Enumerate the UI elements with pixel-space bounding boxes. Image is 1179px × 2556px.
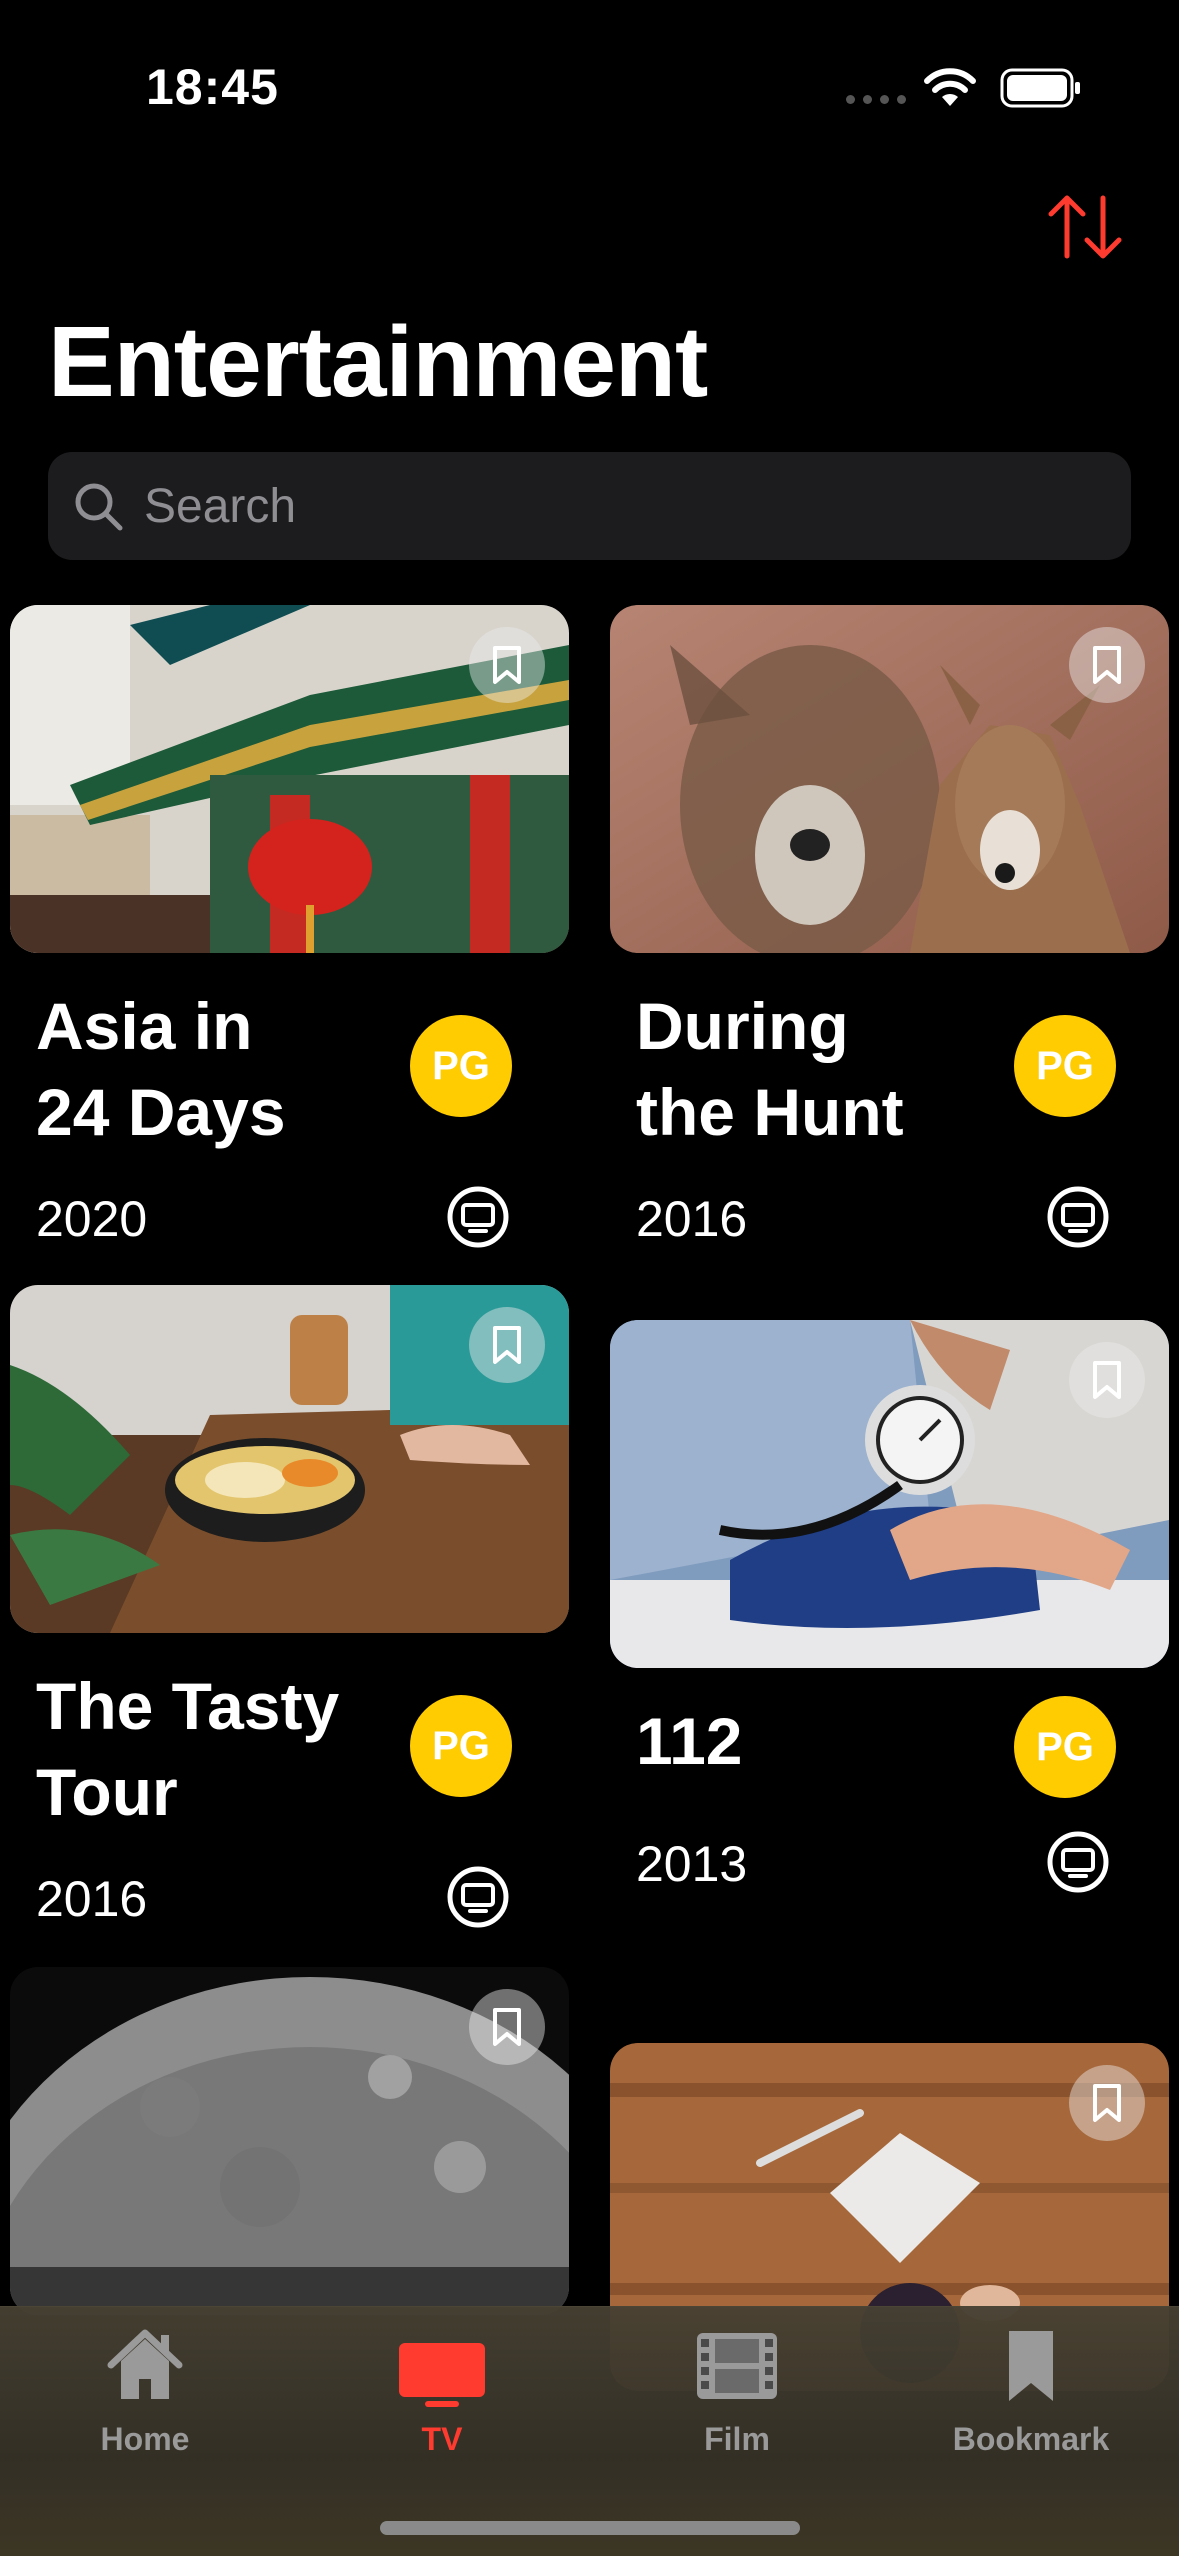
tab-film[interactable]: Film: [637, 2323, 837, 2458]
battery-icon: [1000, 68, 1080, 108]
sort-arrows-icon: [1048, 195, 1122, 259]
card-title: Asia in 24 Days: [36, 989, 286, 1149]
rating-badge: PG: [1014, 1696, 1116, 1798]
house-icon: [107, 2329, 183, 2399]
tab-label: Film: [704, 2421, 770, 2457]
card-year: 2013: [636, 1836, 748, 1892]
card-thumbnail[interactable]: [610, 605, 1169, 953]
bookmark-toggle[interactable]: [1069, 2065, 1145, 2141]
tv-icon: [447, 1186, 509, 1248]
tab-label: Home: [100, 2421, 190, 2457]
tab-home[interactable]: Home: [45, 2323, 245, 2458]
bookmark-outline-icon: [493, 646, 521, 684]
home-indicator[interactable]: [380, 2521, 800, 2535]
card-title: The Tasty Tour: [36, 1669, 340, 1829]
bookmark-outline-icon: [1093, 2084, 1121, 2122]
rating-badge: PG: [410, 1695, 512, 1797]
rating-badge: PG: [1014, 1015, 1116, 1117]
search-icon: [75, 483, 123, 531]
tab-tv[interactable]: TV: [342, 2323, 542, 2458]
card-title: During the Hunt: [636, 989, 904, 1149]
tab-bar: Home TV Film Bookmark: [0, 2306, 1179, 2556]
search-field[interactable]: Search: [48, 452, 1131, 560]
film-icon: [697, 2333, 777, 2399]
tab-bookmark[interactable]: Bookmark: [931, 2323, 1131, 2458]
tab-label: Bookmark: [952, 2421, 1110, 2457]
bookmark-toggle[interactable]: [469, 1989, 545, 2065]
media-card[interactable]: 112 PG 2013: [610, 1320, 1169, 1900]
media-card[interactable]: Asia in 24 Days PG 2020: [10, 605, 569, 1265]
media-card[interactable]: During the Hunt PG 2016: [610, 605, 1169, 1265]
media-card[interactable]: The Tasty Tour PG 2016: [10, 1285, 569, 1945]
tab-label: TV: [421, 2421, 463, 2457]
search-placeholder: Search: [144, 479, 297, 533]
tv-icon: [1047, 1186, 1109, 1248]
bookmark-outline-icon: [493, 1326, 521, 1364]
page-title: Entertainment: [48, 306, 708, 418]
media-card[interactable]: [10, 1967, 569, 2315]
card-thumbnail[interactable]: [10, 605, 569, 953]
wifi-icon: [924, 68, 976, 106]
status-time: 18:45: [146, 59, 279, 115]
card-thumbnail[interactable]: [610, 1320, 1169, 1668]
cellular-signal-icon: [846, 95, 906, 104]
bookmark-outline-icon: [1093, 1361, 1121, 1399]
card-year: 2016: [636, 1191, 748, 1247]
bookmark-outline-icon: [493, 2008, 521, 2046]
bookmark-toggle[interactable]: [1069, 1342, 1145, 1418]
card-title: 112: [636, 1704, 743, 1778]
sort-button[interactable]: [1045, 192, 1125, 262]
bookmark-icon: [1009, 2331, 1053, 2401]
bookmark-toggle[interactable]: [469, 1307, 545, 1383]
tv-icon: [399, 2343, 485, 2407]
card-thumbnail[interactable]: [10, 1285, 569, 1633]
card-year: 2016: [36, 1871, 148, 1927]
tv-icon: [1047, 1831, 1109, 1893]
card-thumbnail[interactable]: [10, 1967, 569, 2315]
tv-icon: [447, 1866, 509, 1928]
card-year: 2020: [36, 1191, 148, 1247]
bookmark-toggle[interactable]: [1069, 627, 1145, 703]
rating-badge: PG: [410, 1015, 512, 1117]
bookmark-toggle[interactable]: [469, 627, 545, 703]
bookmark-outline-icon: [1093, 646, 1121, 684]
